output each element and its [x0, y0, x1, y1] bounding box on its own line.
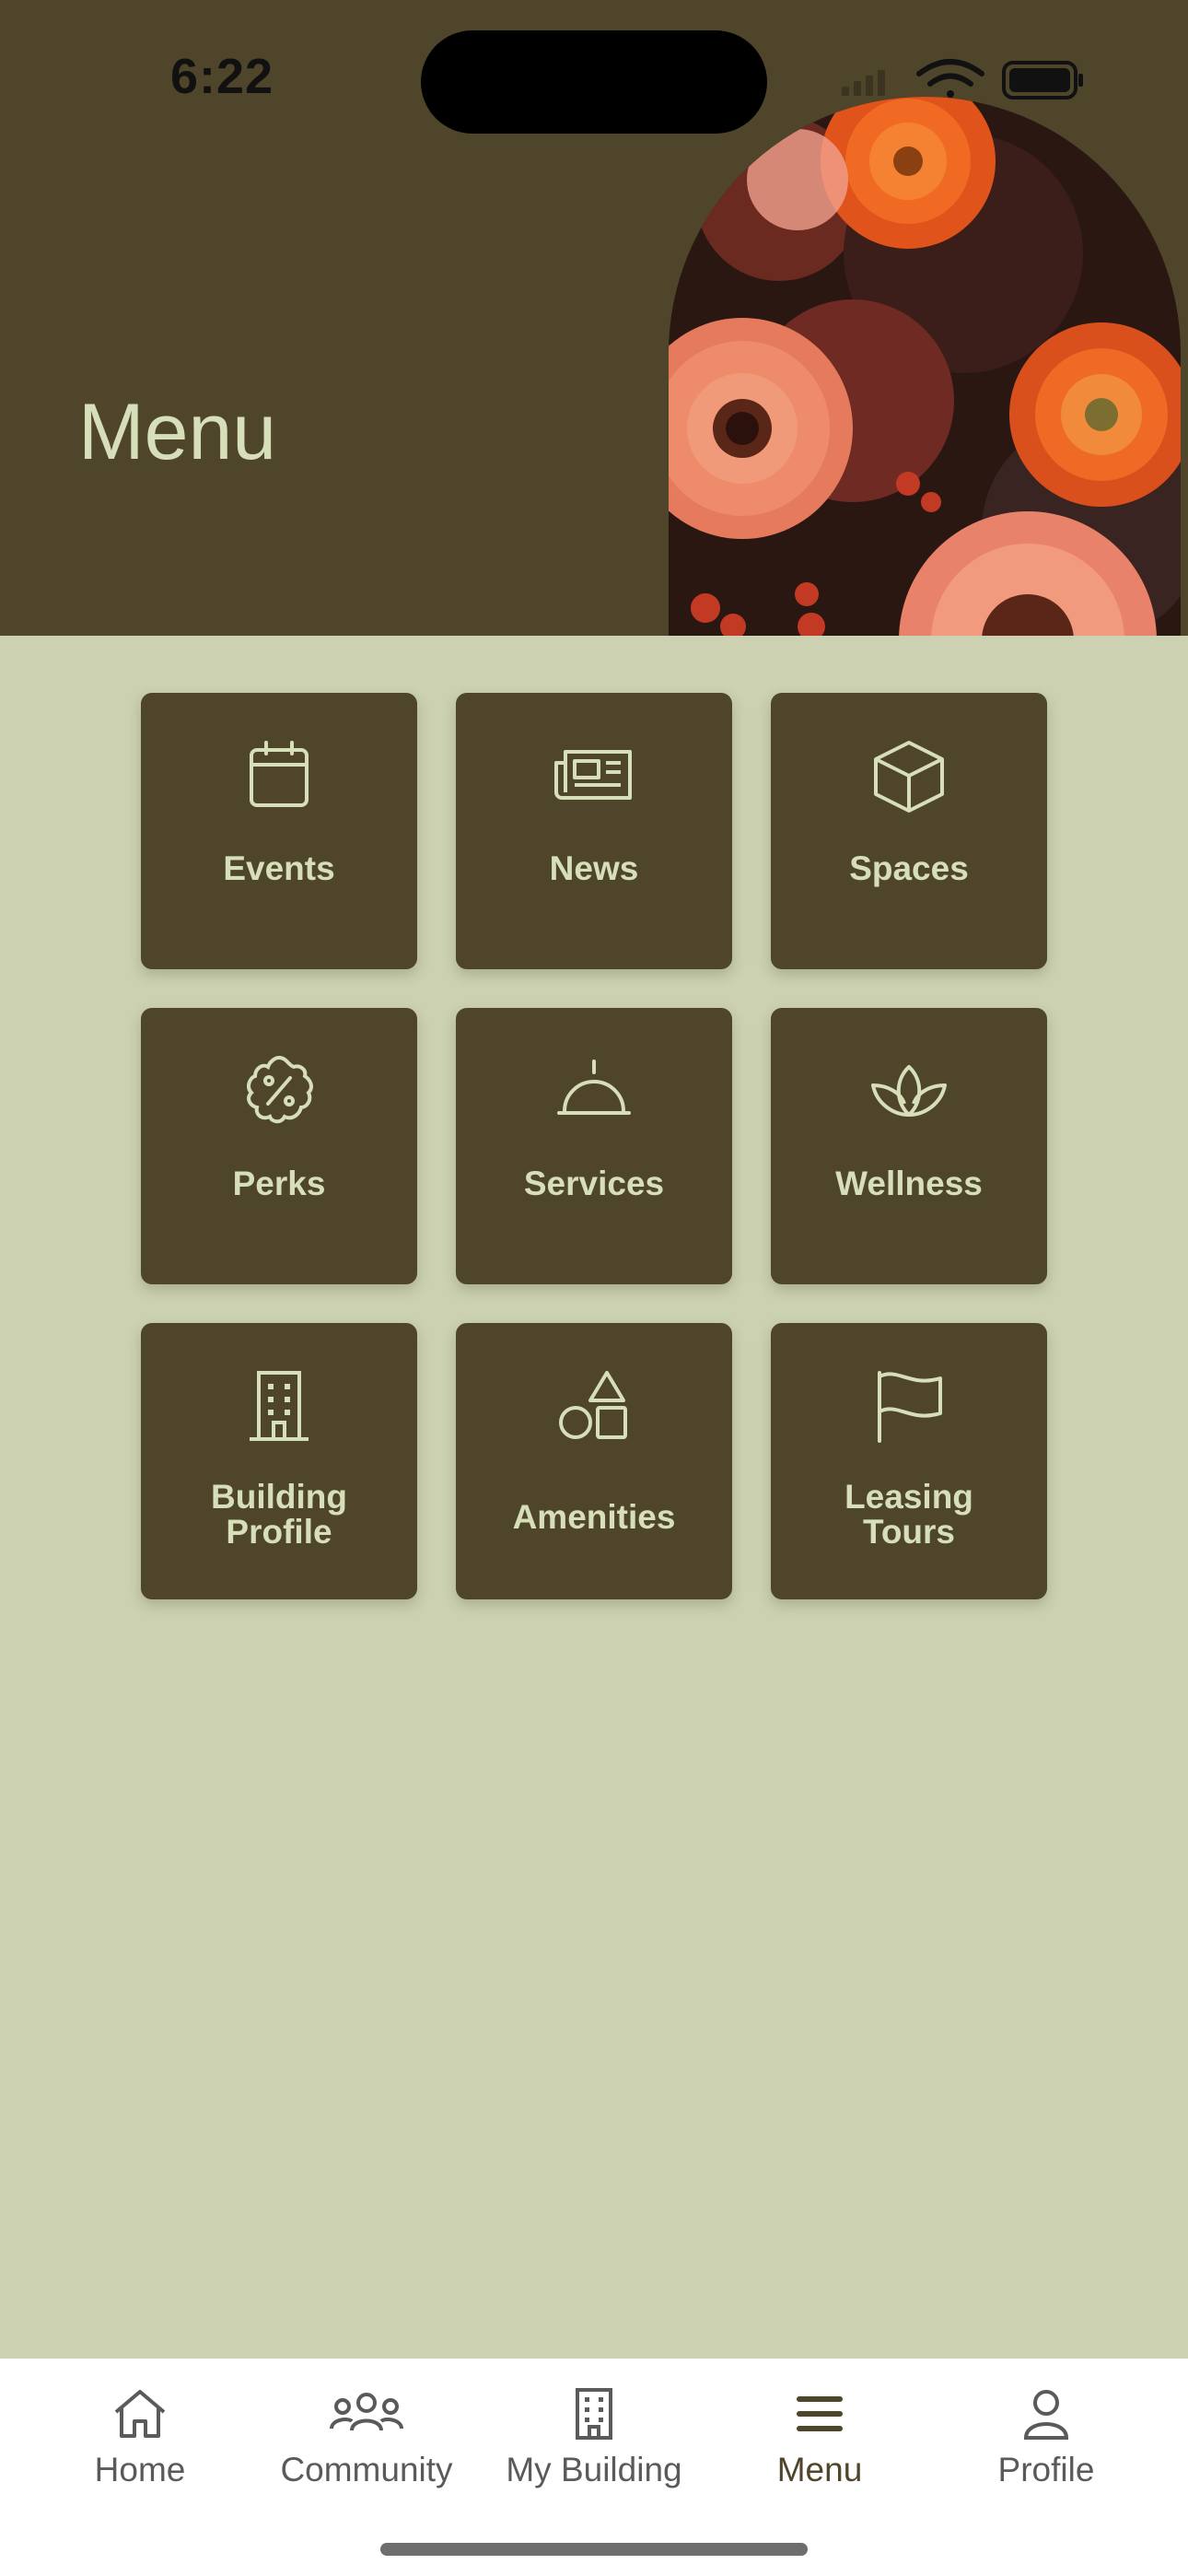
page-title: Menu	[78, 388, 277, 476]
tab-my-building[interactable]: My Building	[479, 2386, 709, 2506]
tile-news[interactable]: News	[456, 693, 732, 969]
tab-label: Community	[280, 2451, 453, 2488]
tile-wellness[interactable]: Wellness	[771, 1008, 1047, 1284]
home-icon	[114, 2390, 166, 2438]
tile-spaces[interactable]: Spaces	[771, 693, 1047, 969]
tab-home[interactable]: Home	[25, 2386, 255, 2506]
calendar-icon	[250, 741, 309, 807]
tab-label: Menu	[776, 2451, 863, 2488]
tile-label: Services	[523, 1165, 665, 1202]
tile-label: Spaces	[849, 849, 969, 887]
percent-badge-icon	[247, 1055, 313, 1124]
battery-icon	[1002, 61, 1083, 100]
tile-label: Events	[223, 849, 335, 887]
tab-label: My Building	[506, 2451, 682, 2488]
tile-label-line2: Tours	[862, 1513, 956, 1551]
tab-community[interactable]: Community	[251, 2386, 482, 2506]
tile-label: News	[549, 849, 639, 887]
flower-image	[669, 97, 1181, 636]
tile-events[interactable]: Events	[141, 693, 417, 969]
menu-icon	[797, 2396, 843, 2431]
home-indicator	[380, 2543, 808, 2556]
service-bell-icon	[557, 1060, 631, 1115]
building-icon	[250, 1371, 309, 1441]
tab-menu[interactable]: Menu	[705, 2386, 935, 2506]
tile-label: Amenities	[512, 1498, 676, 1536]
tab-profile[interactable]: Profile	[931, 2386, 1161, 2506]
cellular-signal-icon	[842, 70, 885, 96]
building-icon	[576, 2388, 612, 2440]
flag-icon	[878, 1371, 942, 1443]
tile-label-line1: Leasing	[844, 1478, 973, 1516]
people-icon	[330, 2393, 403, 2431]
newspaper-icon	[554, 750, 632, 800]
tile-label: Wellness	[835, 1165, 983, 1202]
header: 6:22 Menu	[0, 0, 1188, 636]
tile-building-profile[interactable]: Building Profile	[141, 1323, 417, 1599]
tile-label-line1: Building	[211, 1478, 347, 1516]
user-icon	[1023, 2390, 1069, 2440]
tile-amenities[interactable]: Amenities	[456, 1323, 732, 1599]
wifi-icon	[916, 59, 984, 98]
shapes-icon	[559, 1371, 627, 1439]
tab-label: Profile	[997, 2451, 1095, 2488]
status-icons	[842, 59, 1083, 100]
status-time: 6:22	[170, 49, 274, 104]
cube-icon	[874, 741, 944, 813]
tile-label: Perks	[232, 1165, 326, 1202]
tile-label-line2: Profile	[226, 1513, 332, 1551]
tile-leasing-tours[interactable]: Leasing Tours	[771, 1323, 1047, 1599]
dynamic-island	[421, 30, 767, 134]
lotus-icon	[871, 1065, 947, 1117]
tab-label: Home	[94, 2451, 186, 2488]
tile-services[interactable]: Services	[456, 1008, 732, 1284]
tile-perks[interactable]: Perks	[141, 1008, 417, 1284]
